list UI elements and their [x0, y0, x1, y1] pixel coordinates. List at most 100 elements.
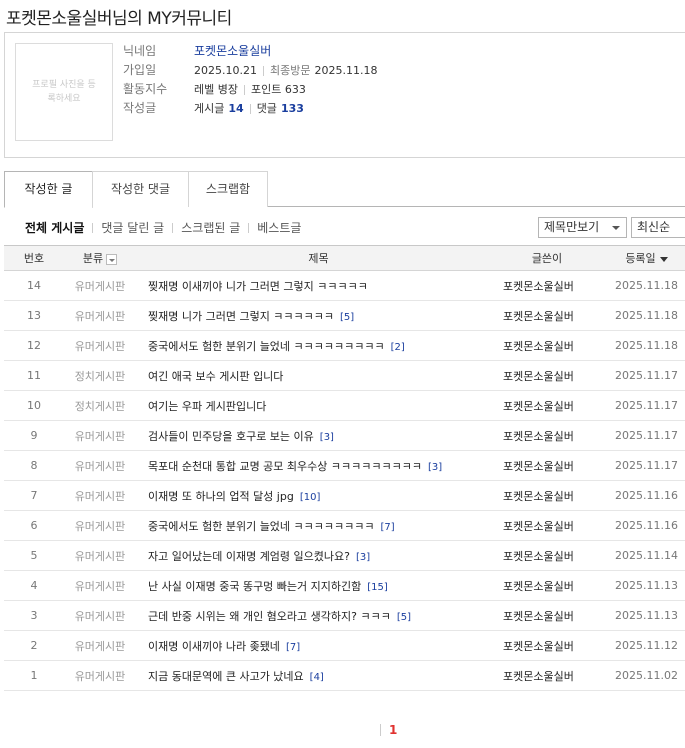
post-filter-bar: 전체 게시글 댓글 달린 글 스크랩된 글 베스트글 — [25, 219, 301, 236]
post-category[interactable]: 유머게시판 — [64, 330, 136, 361]
post-writer[interactable]: 포켓몬소울실버 — [501, 330, 591, 361]
post-category[interactable]: 정치게시판 — [64, 360, 136, 391]
last-visit-label: 최종방문 — [269, 64, 311, 77]
profile-photo-placeholder[interactable]: 프로필 사진을 등록하세요 — [15, 43, 113, 141]
post-category[interactable]: 유머게시판 — [64, 300, 136, 331]
post-date: 2025.11.17 — [591, 390, 685, 421]
page-current[interactable]: 1 — [389, 723, 397, 737]
post-title[interactable]: 중국에서도 험한 분위기 늘었네 ㅋㅋㅋㅋㅋㅋㅋㅋㅋ — [148, 340, 385, 353]
table-row: 9 유머게시판 검사들이 민주당을 호구로 보는 이유 [3] 포켓몬소울실버 2025.… — [4, 420, 685, 451]
post-writer[interactable]: 포켓몬소울실버 — [501, 600, 591, 631]
post-number: 1 — [4, 660, 64, 691]
post-category[interactable]: 유머게시판 — [64, 570, 136, 601]
post-date: 2025.11.16 — [591, 480, 685, 511]
post-writer[interactable]: 포켓몬소울실버 — [501, 480, 591, 511]
post-category[interactable]: 정치게시판 — [64, 390, 136, 421]
post-number: 10 — [4, 390, 64, 421]
post-number: 8 — [4, 450, 64, 481]
post-category[interactable]: 유머게시판 — [64, 540, 136, 571]
post-category[interactable]: 유머게시판 — [64, 600, 136, 631]
table-row: 8 유머게시판 목포대 순천대 통합 교명 공모 최우수상 ㅋㅋㅋㅋㅋㅋㅋㅋㅋ [3]… — [4, 450, 685, 481]
post-category[interactable]: 유머게시판 — [64, 510, 136, 541]
col-category[interactable]: 분류 — [64, 245, 136, 271]
post-category[interactable]: 유머게시판 — [64, 270, 136, 301]
post-title[interactable]: 찢재명 니가 그러면 그렇지 ㅋㅋㅋㅋㅋㅋ — [148, 310, 334, 323]
post-writer[interactable]: 포켓몬소울실버 — [501, 270, 591, 301]
filter-all-posts[interactable]: 전체 게시글 — [25, 219, 84, 236]
post-date: 2025.11.17 — [591, 360, 685, 391]
sort-select[interactable]: 최신순 — [631, 217, 685, 238]
comment-count-badge[interactable]: [10] — [300, 492, 321, 503]
table-row: 14 유머게시판 찢재명 이새끼야 니가 그러면 그렇지 ㅋㅋㅋㅋㅋ 포켓몬소울실버 2… — [4, 270, 685, 301]
post-category[interactable]: 유머게시판 — [64, 480, 136, 511]
post-number: 7 — [4, 480, 64, 511]
profile-box: 프로필 사진을 등록하세요 닉네임 포켓몬소울실버 가입일 2025.10.21… — [4, 32, 685, 158]
post-writer[interactable]: 포켓몬소울실버 — [501, 510, 591, 541]
post-category[interactable]: 유머게시판 — [64, 420, 136, 451]
comment-count-badge[interactable]: [4] — [310, 672, 324, 683]
post-category[interactable]: 유머게시판 — [64, 660, 136, 691]
comment-count-label: 댓글 — [256, 102, 277, 115]
post-title[interactable]: 찢재명 이새끼야 니가 그러면 그렇지 ㅋㅋㅋㅋㅋ — [148, 280, 368, 293]
post-category[interactable]: 유머게시판 — [64, 450, 136, 481]
post-number: 11 — [4, 360, 64, 391]
comment-count-badge[interactable]: [7] — [381, 522, 395, 533]
post-writer[interactable]: 포켓몬소울실버 — [501, 300, 591, 331]
col-title: 제목 — [136, 245, 501, 271]
post-title[interactable]: 자고 일어났는데 이재명 계엄령 일으켰나요? — [148, 550, 350, 563]
post-number: 13 — [4, 300, 64, 331]
comment-count-badge[interactable]: [7] — [286, 642, 300, 653]
post-title[interactable]: 목포대 순천대 통합 교명 공모 최우수상 ㅋㅋㅋㅋㅋㅋㅋㅋㅋ — [148, 460, 422, 473]
col-writer: 글쓴이 — [501, 245, 591, 271]
post-title[interactable]: 지금 동대문역에 큰 사고가 났네요 — [148, 670, 304, 683]
comment-count-badge[interactable]: [15] — [367, 582, 388, 593]
table-row: 6 유머게시판 중국에서도 험한 분위기 늘었네 ㅋㅋㅋㅋㅋㅋㅋㅋ [7] 포켓몬소울실… — [4, 510, 685, 541]
table-row: 1 유머게시판 지금 동대문역에 큰 사고가 났네요 [4] 포켓몬소울실버 2025.1… — [4, 660, 685, 691]
filter-scrapped-posts[interactable]: 스크랩된 글 — [181, 219, 240, 236]
comment-count-badge[interactable]: [3] — [356, 552, 370, 563]
level-value: 레벨 병장 — [194, 83, 238, 96]
post-category[interactable]: 유머게시판 — [64, 630, 136, 661]
posts-label: 작성글 — [123, 101, 157, 115]
tab-written-comments[interactable]: 작성한 댓글 — [92, 171, 189, 207]
col-date[interactable]: 등록일 — [591, 245, 685, 271]
post-count-label: 게시글 — [194, 102, 225, 115]
post-writer[interactable]: 포켓몬소울실버 — [501, 390, 591, 421]
post-title[interactable]: 근데 반중 시위는 왜 개인 혐오라고 생각하지? ㅋㅋㅋ — [148, 610, 391, 623]
view-mode-select[interactable]: 제목만보기 — [538, 217, 627, 238]
post-writer[interactable]: 포켓몬소울실버 — [501, 540, 591, 571]
post-title[interactable]: 난 사실 이재명 중국 똥구멍 빠는거 지지하긴함 — [148, 580, 361, 593]
col-category-label: 분류 — [82, 252, 104, 265]
post-title[interactable]: 이재명 또 하나의 업적 달성 jpg — [148, 490, 294, 503]
tab-written-posts[interactable]: 작성한 글 — [4, 171, 93, 208]
post-date: 2025.11.18 — [591, 300, 685, 331]
post-date: 2025.11.17 — [591, 420, 685, 451]
post-title[interactable]: 여기는 우파 게시판입니다 — [148, 400, 266, 413]
comment-count-badge[interactable]: [5] — [340, 312, 354, 323]
post-writer[interactable]: 포켓몬소울실버 — [501, 630, 591, 661]
col-date-label: 등록일 — [625, 252, 656, 265]
post-title[interactable]: 이재명 이새끼야 나라 좆됐네 — [148, 640, 280, 653]
comment-count-badge[interactable]: [5] — [397, 612, 411, 623]
comment-count-badge[interactable]: [3] — [428, 462, 442, 473]
category-dropdown-icon[interactable] — [106, 253, 118, 265]
joined-date: 2025.10.21 — [194, 64, 257, 77]
post-number: 4 — [4, 570, 64, 601]
post-writer[interactable]: 포켓몬소울실버 — [501, 450, 591, 481]
post-date: 2025.11.18 — [591, 330, 685, 361]
filter-commented-posts[interactable]: 댓글 달린 글 — [101, 219, 164, 236]
comment-count-badge[interactable]: [2] — [391, 342, 405, 353]
post-writer[interactable]: 포켓몬소울실버 — [501, 360, 591, 391]
post-date: 2025.11.18 — [591, 270, 685, 301]
post-title[interactable]: 검사들이 민주당을 호구로 보는 이유 — [148, 430, 314, 443]
filter-best-posts[interactable]: 베스트글 — [257, 219, 301, 236]
post-title[interactable]: 중국에서도 험한 분위기 늘었네 ㅋㅋㅋㅋㅋㅋㅋㅋ — [148, 520, 375, 533]
post-title[interactable]: 여긴 애국 보수 게시판 입니다 — [148, 370, 283, 383]
post-writer[interactable]: 포켓몬소울실버 — [501, 570, 591, 601]
post-writer[interactable]: 포켓몬소울실버 — [501, 420, 591, 451]
tab-scraps[interactable]: 스크랩함 — [188, 171, 268, 207]
post-writer[interactable]: 포켓몬소울실버 — [501, 660, 591, 691]
comment-count-badge[interactable]: [3] — [320, 432, 334, 443]
sort-value: 최신순 — [637, 220, 671, 234]
post-date: 2025.11.13 — [591, 570, 685, 601]
